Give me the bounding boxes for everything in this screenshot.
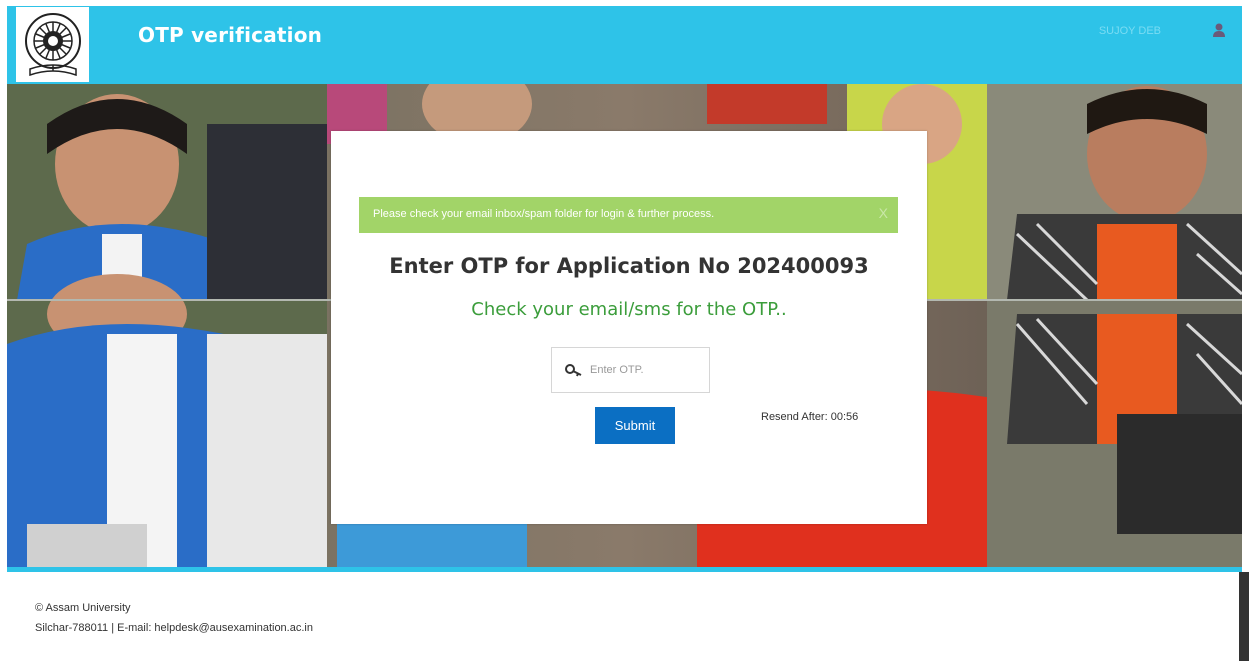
user-name-link[interactable]: SUJOY DEB bbox=[1099, 25, 1161, 37]
page-title: OTP verification bbox=[138, 23, 323, 47]
footer-address: Silchar-788011 | E-mail: helpdesk@ausexa… bbox=[35, 622, 313, 634]
key-icon bbox=[565, 362, 583, 377]
otp-input-group bbox=[551, 347, 710, 393]
alert-close-button[interactable]: X bbox=[879, 205, 888, 221]
otp-modal: Please check your email inbox/spam folde… bbox=[331, 131, 927, 524]
otp-input[interactable] bbox=[590, 360, 700, 380]
header-bar: OTP verification SUJOY DEB bbox=[7, 6, 1242, 84]
key-icon-glyph bbox=[565, 364, 582, 377]
window-scroll-edge bbox=[1239, 572, 1249, 661]
user-icon-glyph bbox=[1213, 23, 1225, 37]
alert-success: Please check your email inbox/spam folde… bbox=[359, 197, 898, 233]
footer: © Assam University Silchar-788011 | E-ma… bbox=[35, 598, 313, 638]
otp-subtitle: Check your email/sms for the OTP.. bbox=[471, 299, 787, 320]
submit-button[interactable]: Submit bbox=[595, 407, 675, 444]
page: OTP verification SUJOY DEB Please check … bbox=[0, 0, 1249, 661]
alert-message: Please check your email inbox/spam folde… bbox=[373, 208, 715, 220]
university-logo bbox=[16, 7, 89, 82]
user-icon[interactable] bbox=[1212, 22, 1226, 38]
footer-copyright: © Assam University bbox=[35, 602, 131, 614]
otp-heading: Enter OTP for Application No 202400093 bbox=[389, 254, 869, 278]
resend-timer: Resend After: 00:56 bbox=[761, 411, 859, 423]
university-seal-logo-icon bbox=[24, 12, 81, 76]
hero-bottom-strip bbox=[7, 567, 1242, 572]
